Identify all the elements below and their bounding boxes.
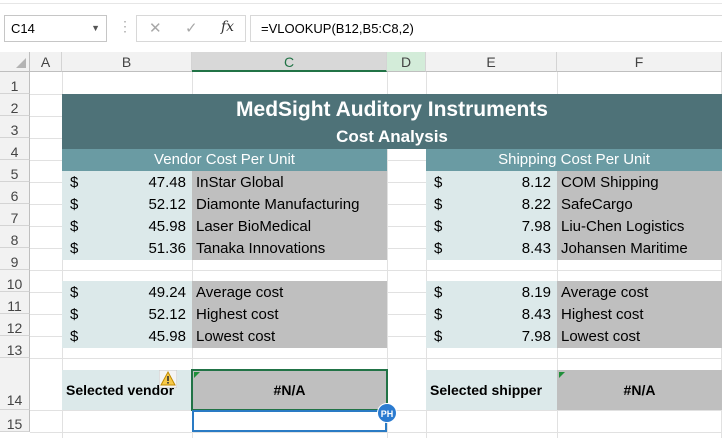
currency-symbol[interactable]: $	[434, 282, 442, 304]
shipper-lowest-cost[interactable]: 7.98	[484, 326, 551, 348]
formula-bar-buttons: ✕ ✓ fx	[136, 15, 246, 42]
currency-symbol[interactable]: $	[70, 194, 78, 216]
vendor-cost[interactable]: 47.48	[120, 172, 186, 194]
grid-line	[30, 270, 722, 271]
error-indicator-icon	[559, 372, 565, 378]
row-header-12[interactable]: 12	[0, 314, 30, 336]
row-header-8[interactable]: 8	[0, 226, 30, 248]
row-header-13[interactable]: 13	[0, 336, 30, 358]
selected-vendor-label[interactable]: Selected vendor	[66, 370, 174, 410]
formula-input[interactable]: =VLOOKUP(B12,B5:C8,2)	[250, 15, 722, 42]
stat-label[interactable]: Lowest cost	[561, 326, 640, 348]
worksheet-grid[interactable]: A B C D E F 1 2 3 4 5 6 7 8 9 10 11 12 1…	[0, 52, 722, 438]
select-all-button[interactable]	[0, 52, 30, 72]
currency-symbol[interactable]: $	[70, 326, 78, 348]
row-header-10[interactable]: 10	[0, 270, 30, 292]
stat-label[interactable]: Average cost	[196, 282, 283, 304]
currency-symbol[interactable]: $	[434, 172, 442, 194]
currency-symbol[interactable]: $	[434, 304, 442, 326]
shipper-cost[interactable]: 8.12	[484, 172, 551, 194]
shipper-cost[interactable]: 7.98	[484, 216, 551, 238]
warning-icon[interactable]	[159, 370, 177, 388]
collaborator-avatar[interactable]: PH	[377, 403, 397, 423]
currency-symbol[interactable]: $	[70, 282, 78, 304]
vendor-average-cost[interactable]: 49.24	[120, 282, 186, 304]
column-header-e[interactable]: E	[426, 52, 557, 72]
currency-symbol[interactable]: $	[70, 304, 78, 326]
vendor-name[interactable]: Tanaka Innovations	[196, 238, 325, 260]
shipper-name[interactable]: COM Shipping	[561, 172, 659, 194]
name-box[interactable]: C14 ▼	[4, 15, 107, 42]
enter-icon[interactable]: ✓	[185, 19, 198, 37]
column-header-f[interactable]: F	[557, 52, 722, 72]
stat-label[interactable]: Highest cost	[196, 304, 279, 326]
vendor-cost-header[interactable]: Vendor Cost Per Unit	[62, 149, 387, 171]
grid-line	[30, 358, 722, 359]
ribbon-edge	[0, 0, 722, 4]
currency-symbol[interactable]: $	[70, 238, 78, 260]
vendor-lowest-cost[interactable]: 45.98	[120, 326, 186, 348]
formula-bar-grip-icon[interactable]: ⋮	[118, 18, 132, 35]
sheet-title[interactable]: MedSight Auditory Instruments	[62, 96, 722, 124]
vendor-cost[interactable]: 52.12	[120, 194, 186, 216]
column-header-c[interactable]: C	[192, 52, 387, 72]
cancel-icon[interactable]: ✕	[149, 19, 162, 37]
vendor-name[interactable]: InStar Global	[196, 172, 284, 194]
vendor-cost[interactable]: 51.36	[120, 238, 186, 260]
shipper-highest-cost[interactable]: 8.43	[484, 304, 551, 326]
row-header-2[interactable]: 2	[0, 94, 30, 116]
shipper-average-cost[interactable]: 8.19	[484, 282, 551, 304]
currency-symbol[interactable]: $	[70, 172, 78, 194]
chevron-down-icon[interactable]: ▼	[91, 16, 100, 41]
stat-label[interactable]: Highest cost	[561, 304, 644, 326]
insert-function-icon[interactable]: fx	[221, 19, 234, 35]
row-header-6[interactable]: 6	[0, 182, 30, 204]
currency-symbol[interactable]: $	[434, 238, 442, 260]
stat-label[interactable]: Lowest cost	[196, 326, 275, 348]
collaborator-cell-border	[192, 410, 387, 432]
shipper-name[interactable]: Johansen Maritime	[561, 238, 688, 260]
row-header-5[interactable]: 5	[0, 160, 30, 182]
row-header-9[interactable]: 9	[0, 248, 30, 270]
column-header-b[interactable]: B	[62, 52, 192, 72]
currency-symbol[interactable]: $	[434, 326, 442, 348]
vendor-highest-cost[interactable]: 52.12	[120, 304, 186, 326]
shipping-cost-header[interactable]: Shipping Cost Per Unit	[426, 149, 722, 171]
selected-shipper-value[interactable]: #N/A	[557, 370, 722, 410]
currency-symbol[interactable]: $	[434, 216, 442, 238]
row-header-3[interactable]: 3	[0, 116, 30, 138]
shipper-cost[interactable]: 8.22	[484, 194, 551, 216]
vendor-name[interactable]: Laser BioMedical	[196, 216, 311, 238]
shipper-name[interactable]: Liu-Chen Logistics	[561, 216, 684, 238]
currency-symbol[interactable]: $	[434, 194, 442, 216]
vendor-cost[interactable]: 45.98	[120, 216, 186, 238]
shipper-name[interactable]: SafeCargo	[561, 194, 633, 216]
row-header-15[interactable]: 15	[0, 410, 30, 432]
vendor-name[interactable]: Diamonte Manufacturing	[196, 194, 359, 216]
currency-symbol[interactable]: $	[70, 216, 78, 238]
row-header-14[interactable]: 14	[0, 358, 30, 410]
formula-bar: C14 ▼ ⋮ ✕ ✓ fx =VLOOKUP(B12,B5:C8,2)	[0, 0, 722, 52]
row-header-1[interactable]: 1	[0, 72, 30, 94]
column-header-a[interactable]: A	[30, 52, 62, 72]
row-header-4[interactable]: 4	[0, 138, 30, 160]
selected-cell-border	[191, 369, 388, 411]
grid-line	[30, 432, 722, 433]
row-header-11[interactable]: 11	[0, 292, 30, 314]
selected-shipper-label[interactable]: Selected shipper	[430, 370, 542, 410]
row-header-7[interactable]: 7	[0, 204, 30, 226]
sheet-subtitle[interactable]: Cost Analysis	[62, 125, 722, 149]
name-box-value: C14	[11, 21, 35, 36]
stat-label[interactable]: Average cost	[561, 282, 648, 304]
column-header-d[interactable]: D	[387, 52, 426, 72]
shipper-cost[interactable]: 8.43	[484, 238, 551, 260]
